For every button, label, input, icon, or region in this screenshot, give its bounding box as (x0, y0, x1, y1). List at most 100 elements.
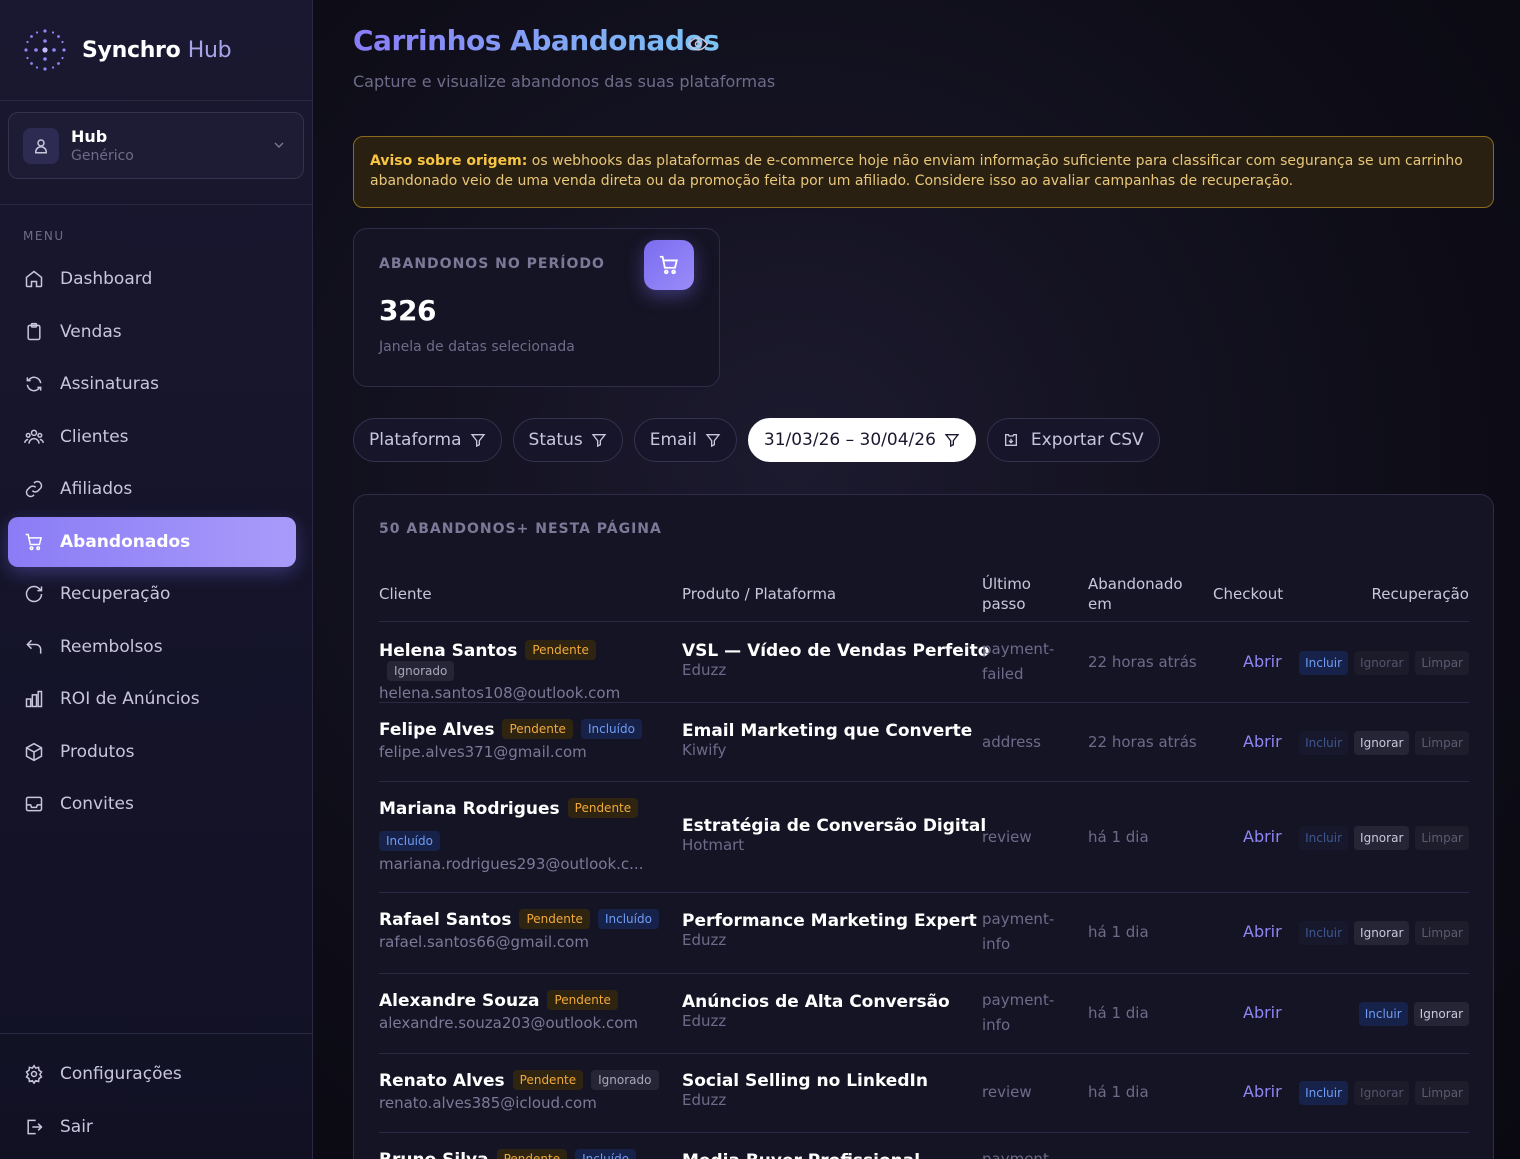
product-name: Anúncios de Alta Conversão (682, 992, 950, 1012)
page-title: Carrinhos Abandonados (353, 24, 720, 57)
open-checkout-link[interactable]: Abrir (1243, 1003, 1282, 1022)
page-subtitle: Capture e visualize abandonos das suas p… (353, 72, 776, 91)
sidebar-item-label: Recuperação (60, 584, 171, 604)
brand-suffix: Hub (187, 37, 232, 63)
sidebar-item-recuperacao[interactable]: Recuperação (8, 569, 296, 619)
platform-name: Eduzz (682, 1012, 727, 1030)
sidebar-item-label: Vendas (60, 321, 122, 342)
notice-text: os webhooks das plataformas de e-commerc… (370, 153, 1463, 189)
product-name: Estratégia de Conversão Digital (682, 816, 987, 836)
last-step: review (982, 828, 1032, 846)
eye-icon[interactable] (688, 34, 708, 54)
sidebar-nav: Dashboard Vendas Assinaturas Clientes Af… (0, 254, 312, 829)
include-button[interactable]: Incluir (1299, 1081, 1349, 1105)
sidebar-item-label: Sair (60, 1116, 93, 1137)
client-name: Renato Alves (379, 1071, 505, 1091)
sidebar-item-label: Produtos (60, 741, 135, 762)
client-name: Felipe Alves (379, 720, 495, 740)
last-step: review (982, 1083, 1032, 1101)
include-button[interactable]: Incluir (1299, 651, 1349, 675)
status-badge: Pendente (512, 1070, 584, 1090)
brand-name: Synchro Hub (82, 37, 232, 63)
tag-badge: Incluído (379, 831, 440, 851)
clear-button[interactable]: Limpar (1415, 826, 1469, 850)
open-checkout-link[interactable]: Abrir (1243, 827, 1282, 846)
sidebar-item-sair[interactable]: Sair (8, 1102, 296, 1152)
sidebar-item-afiliados[interactable]: Afiliados (8, 464, 296, 514)
open-checkout-link[interactable]: Abrir (1243, 652, 1282, 671)
sidebar-item-label: Dashboard (60, 269, 153, 289)
open-checkout-link[interactable]: Abrir (1243, 922, 1282, 941)
filter-bar: Plataforma Status Email 31/03/26 – 30/04… (353, 418, 1171, 462)
stat-card-abandons: ABANDONOS NO PERÍODO 326 Janela de datas… (353, 228, 720, 387)
stat-value: 326 (379, 294, 436, 327)
tag-badge: Ignorado (591, 1070, 659, 1090)
client-name: Bruno Silva (379, 1150, 489, 1159)
include-button[interactable]: Incluir (1299, 921, 1349, 945)
product-name: VSL — Vídeo de Vendas Perfeito (682, 641, 990, 661)
abandoned-at: 22 horas atrás (1088, 653, 1197, 671)
include-button[interactable]: Incluir (1299, 731, 1349, 755)
undo-icon (26, 639, 42, 654)
client-name: Alexandre Souza (379, 991, 540, 1011)
include-button[interactable]: Incluir (1299, 826, 1349, 850)
abandoned-at: há 1 dia (1088, 1083, 1149, 1101)
clear-button[interactable]: Limpar (1415, 731, 1469, 755)
origin-notice: Aviso sobre origem: os webhooks das plat… (353, 136, 1494, 208)
client-email: felipe.alves371@gmail.com (379, 743, 587, 761)
sidebar-item-label: ROI de Anúncios (60, 689, 200, 709)
clear-button[interactable]: Limpar (1415, 651, 1469, 675)
clear-button[interactable]: Limpar (1415, 1081, 1469, 1105)
filter-status-button[interactable]: Status (512, 418, 623, 462)
account-switcher[interactable]: Hub Genérico (8, 112, 304, 179)
product-name: Email Marketing que Converte (682, 721, 973, 741)
clear-button[interactable]: Limpar (1415, 921, 1469, 945)
table-row: Bruno Silva Pendente Incluído Media Buyer … (379, 1133, 1469, 1159)
sidebar-item-configuracoes[interactable]: Configurações (8, 1049, 296, 1099)
export-csv-button[interactable]: Exportar CSV (986, 418, 1160, 462)
platform-name: Kiwify (682, 741, 727, 759)
table-row: Rafael Santos Pendente Incluído rafael.san… (379, 893, 1469, 974)
sidebar-item-label: Configurações (60, 1064, 182, 1084)
sidebar-item-vendas[interactable]: Vendas (8, 307, 296, 357)
abandoned-at: há 1 dia (1088, 1004, 1149, 1022)
filter-date-range-button[interactable]: 31/03/26 – 30/04/26 (747, 418, 976, 462)
sidebar-item-clientes[interactable]: Clientes (8, 412, 296, 462)
status-badge: Pendente (525, 640, 596, 660)
client-email: mariana.rodrigues293@outlook.c... (379, 855, 644, 873)
ignore-button[interactable]: Ignorar (1413, 1002, 1469, 1026)
abandoned-at: há 1 dia (1088, 923, 1149, 941)
sidebar-item-convites[interactable]: Convites (8, 779, 296, 829)
ignore-button[interactable]: Ignorar (1354, 651, 1410, 675)
client-email: helena.santos108@outlook.com (379, 684, 621, 702)
ignore-button[interactable]: Ignorar (1354, 731, 1410, 755)
ignore-button[interactable]: Ignorar (1354, 1081, 1410, 1105)
product-name: Media Buyer Profissional (682, 1151, 920, 1159)
filter-platform-button[interactable]: Plataforma (353, 418, 502, 462)
rotate-icon (25, 585, 43, 603)
filter-label: Email (649, 430, 697, 450)
sidebar-item-dashboard[interactable]: Dashboard (8, 254, 296, 304)
client-email: alexandre.souza203@outlook.com (379, 1014, 639, 1032)
ignore-button[interactable]: Ignorar (1354, 826, 1410, 850)
client-name: Mariana Rodrigues (379, 799, 560, 819)
sidebar-item-label: Afiliados (60, 479, 133, 499)
cart-icon (25, 533, 43, 550)
open-checkout-link[interactable]: Abrir (1243, 1082, 1282, 1101)
include-button[interactable]: Incluir (1358, 1002, 1408, 1026)
sidebar-item-roi[interactable]: ROI de Anúncios (8, 674, 296, 724)
open-checkout-link[interactable]: Abrir (1243, 732, 1282, 751)
sidebar-item-abandonados[interactable]: Abandonados (8, 516, 296, 567)
abandoned-at: 22 horas atrás (1088, 733, 1197, 751)
table-row: Alexandre Souza Pendente alexandre.souza2… (379, 974, 1469, 1054)
status-badge: Pendente (519, 909, 590, 929)
filter-email-button[interactable]: Email (633, 418, 737, 462)
ignore-button[interactable]: Ignorar (1354, 921, 1410, 945)
home-icon (25, 270, 43, 288)
sidebar-item-reembolsos[interactable]: Reembolsos (8, 622, 296, 672)
brand: Synchro Hub (0, 0, 312, 101)
client-name: Helena Santos (379, 641, 518, 661)
sidebar-item-produtos[interactable]: Produtos (8, 727, 296, 777)
sidebar-item-assinaturas[interactable]: Assinaturas (8, 359, 296, 409)
table-row: Felipe Alves Pendente Incluído felipe.alve… (379, 703, 1469, 782)
